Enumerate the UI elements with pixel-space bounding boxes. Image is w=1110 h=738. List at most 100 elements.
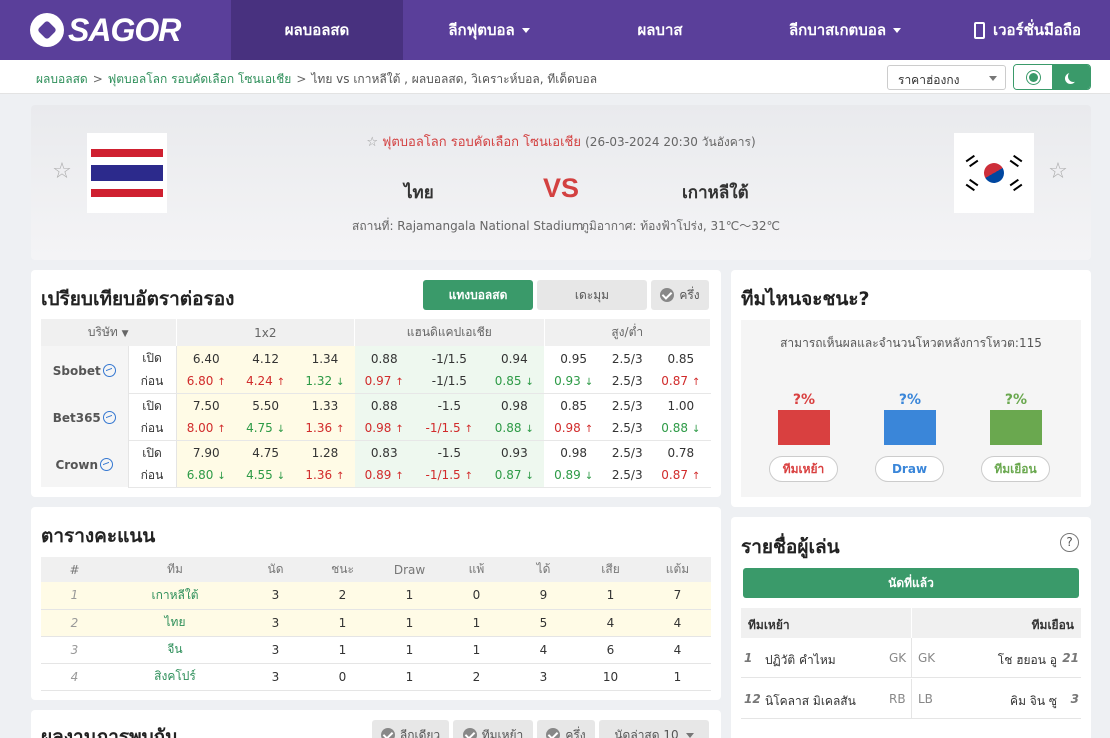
standings-cell: 3 <box>242 582 309 610</box>
tab-live-betting[interactable]: แทงบอลสด <box>423 280 533 310</box>
bookmaker-name: Sbobet <box>52 363 101 378</box>
odds-number: 0.85 <box>667 351 695 366</box>
standings-team-link[interactable]: ไทย <box>108 609 242 637</box>
nav-mobile-version[interactable]: เวอร์ชั่นมือถือ <box>945 0 1110 60</box>
odds-value: 8.00 ↑ <box>176 416 236 441</box>
nav-label: เวอร์ชั่นมือถือ <box>992 21 1082 39</box>
odds-value: 2.5/3 <box>603 416 652 441</box>
odds-value: 6.80 ↑ <box>176 369 236 394</box>
chevron-down-icon <box>989 76 997 81</box>
odds-number: 0.89 <box>364 468 392 482</box>
vote-away-button[interactable]: ทีมเยือน <box>981 456 1050 482</box>
arrow-down-icon: ↓ <box>525 471 534 482</box>
odds-number: 2.5/3 <box>611 374 643 388</box>
away-team-flag[interactable] <box>954 133 1034 213</box>
company-header[interactable]: บริษัท ▼ <box>41 319 177 346</box>
nav-live-scores[interactable]: ผลบอลสด <box>231 0 403 60</box>
arrow-down-icon: ↓ <box>525 424 534 435</box>
bookmaker-cell[interactable]: Bet365 <box>41 393 129 440</box>
odds-number: 8.00 <box>186 421 214 435</box>
filter-same-league[interactable]: ลีกเดียว <box>372 720 449 738</box>
arrow-down-icon: ↓ <box>276 424 286 435</box>
odds-number: 0.88 <box>661 421 688 435</box>
filter-half[interactable]: ครึ่ง <box>537 720 595 738</box>
home-player-name[interactable]: นิโคลาส มิเคลสัน <box>765 692 856 711</box>
nav-label: ลีกฟุตบอล <box>448 21 515 39</box>
arrow-up-icon: ↑ <box>395 471 404 482</box>
odds-number: 1.36 <box>305 421 333 435</box>
nav-football-leagues[interactable]: ลีกฟุตบอล <box>403 0 575 60</box>
away-player-name[interactable]: โช ฮยอน อู <box>998 651 1057 670</box>
odds-number: 1.36 <box>305 468 333 482</box>
odds-number: 0.98 <box>364 421 392 435</box>
thailand-flag-icon <box>91 149 163 197</box>
home-vote-bar <box>778 410 830 445</box>
breadcrumb-league[interactable]: ฟุตบอลโลก รอบคัดเลือก โซนเอเชีย <box>108 72 292 86</box>
away-player-name[interactable]: คิม จิน ซู <box>1010 692 1057 711</box>
odds-row-label: ก่อน <box>128 416 177 441</box>
vote-draw-button[interactable]: Draw <box>875 456 944 482</box>
filter-home-team[interactable]: ทีมเหย้า <box>453 720 533 738</box>
odds-value: -1/1.5 <box>413 369 485 394</box>
vote-home-button[interactable]: ทีมเหย้า <box>769 456 838 482</box>
match-league-line: ☆ ฟุตบอลโลก รอบคัดเลือก โซนเอเชีย (26-03… <box>31 131 1091 152</box>
odds-value: 0.88 ↓ <box>484 416 544 441</box>
standings-team-link[interactable]: จีน <box>108 636 242 664</box>
breadcrumb-separator: > <box>296 72 307 86</box>
standings-cell: 10 <box>577 663 644 691</box>
trend-chart-icon[interactable] <box>102 410 116 424</box>
odds-format-select[interactable]: ราคาฮ่องกง <box>887 65 1006 90</box>
home-team-name[interactable]: ไทย <box>404 179 434 206</box>
previous-match-button[interactable]: นัดที่แล้ว <box>743 568 1079 598</box>
odds-number: 0.93 <box>500 446 528 460</box>
odds-number: 0.94 <box>500 351 528 366</box>
trend-chart-icon[interactable] <box>100 457 114 471</box>
odds-number: 6.80 <box>186 468 214 482</box>
trend-chart-icon[interactable] <box>102 363 116 377</box>
site-logo[interactable]: SAGOR <box>0 0 231 60</box>
odds-value: 0.87 ↑ <box>651 369 711 394</box>
odds-value: 0.89 ↓ <box>544 463 604 488</box>
odds-table: บริษัท ▼ 1x2 แฮนดิแคปเอเชีย สูง/ต่ำ Sbob… <box>41 319 711 488</box>
bookmaker-cell[interactable]: Sbobet <box>41 346 129 393</box>
chevron-down-icon <box>685 732 694 738</box>
star-icon[interactable]: ☆ <box>1047 161 1069 183</box>
star-icon[interactable]: ☆ <box>366 135 378 150</box>
phone-icon <box>973 21 985 39</box>
odds-format-value: ราคาฮ่องกง <box>898 73 960 87</box>
nav-basketball-leagues[interactable]: ลีกบาสเกตบอล <box>745 0 945 60</box>
odds-value: 2.5/3 <box>603 369 652 394</box>
odds-row-open: Bet365 เปิด 7.50 5.50 1.33 0.88 -1.5 0.98 0.85 2.… <box>41 393 711 440</box>
star-icon[interactable]: ☆ <box>51 161 73 183</box>
match-league[interactable]: ฟุตบอลโลก รอบคัดเลือก โซนเอเชีย <box>382 135 581 150</box>
standings-cell: 4 <box>41 663 108 691</box>
odds-value: 1.32 ↓ <box>295 369 355 394</box>
home-player-name[interactable]: ปฏิวัติ คำไหม <box>765 651 836 670</box>
breadcrumb-home[interactable]: ผลบอลสด <box>36 72 88 86</box>
breadcrumb-current: ไทย vs เกาหลีใต้ , ผลบอลสด, วิเคราะห์บอล… <box>311 72 598 86</box>
odds-number: -1/1.5 <box>431 374 467 388</box>
odds-number: 0.95 <box>560 351 587 366</box>
odds-value: -1/1.5 <box>413 346 485 370</box>
half-time-toggle[interactable]: ครึ่ง <box>651 280 709 310</box>
bookmaker-cell[interactable]: Crown <box>41 440 129 487</box>
help-icon[interactable]: ? <box>1060 533 1079 552</box>
odds-number: 0.85 <box>494 374 522 388</box>
odds-value: 7.90 <box>176 440 236 464</box>
arrow-down-icon: ↓ <box>217 471 226 482</box>
standings-cell: 3 <box>41 636 108 664</box>
odds-value: 1.33 <box>295 393 355 417</box>
recent-matches-select[interactable]: นัดล่าสุด 10 <box>599 720 709 738</box>
theme-toggle[interactable] <box>1013 64 1091 90</box>
standings-team-link[interactable]: เกาหลีใต้ <box>108 582 242 610</box>
tab-corners[interactable]: เดะมุม <box>537 280 647 310</box>
odds-value: -1/1.5 ↑ <box>413 463 485 488</box>
away-team-name[interactable]: เกาหลีใต้ <box>682 179 749 206</box>
odds-number: 4.24 <box>246 374 273 388</box>
dark-theme-button[interactable] <box>1052 65 1090 89</box>
standings-team-link[interactable]: สิงคโปร์ <box>108 663 242 691</box>
nav-basketball-results[interactable]: ผลบาส <box>575 0 745 60</box>
odds-value: 0.97 ↑ <box>354 369 414 394</box>
light-theme-button[interactable] <box>1014 65 1052 89</box>
vote-note: สามารถเห็นผลและจำนวนโหวตหลังการโหวต:115 <box>780 336 1042 350</box>
